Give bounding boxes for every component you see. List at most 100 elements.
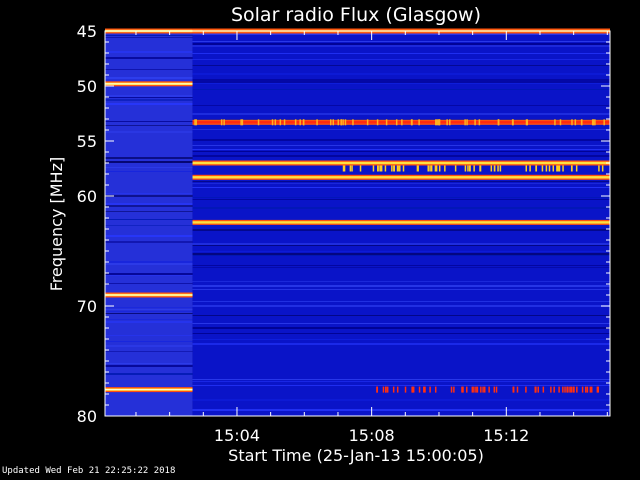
burst-spike	[572, 386, 575, 393]
burst-spike	[462, 386, 464, 393]
y-axis-label: Frequency [MHz]	[47, 157, 66, 291]
noise-streak	[105, 241, 193, 243]
noise-streak	[192, 327, 611, 329]
noise-streak	[192, 151, 611, 152]
burst-spike	[484, 386, 486, 393]
burst-spike	[488, 386, 490, 393]
noise-streak	[105, 161, 193, 163]
noise-streak	[192, 45, 611, 47]
burst-spike	[493, 165, 496, 172]
noise-streak	[192, 251, 611, 252]
noise-streak	[192, 339, 611, 340]
burst-spike	[590, 386, 593, 393]
burst-spike	[359, 165, 362, 172]
burst-spike	[558, 386, 560, 393]
burst-spike	[541, 165, 544, 172]
burst-spike	[395, 119, 398, 126]
noise-streak	[105, 219, 193, 220]
burst-spike	[581, 386, 584, 393]
noise-streak	[105, 273, 193, 275]
burst-spike	[437, 119, 440, 126]
noise-streak	[105, 211, 193, 212]
noise-streak	[105, 321, 193, 323]
burst-spike	[450, 386, 453, 393]
noise-streak	[105, 335, 193, 336]
y-tick-label: 55	[77, 132, 97, 151]
burst-spike	[396, 386, 399, 393]
burst-spike	[393, 165, 395, 172]
x-tick-label: 15:04	[214, 426, 260, 445]
burst-spike	[512, 386, 515, 393]
noise-streak	[105, 157, 193, 159]
burst-spike	[274, 119, 277, 126]
burst-spike	[257, 119, 260, 126]
burst-spike	[574, 119, 577, 126]
burst-spike	[464, 119, 466, 126]
burst-spike	[279, 119, 282, 126]
noise-streak	[105, 51, 193, 53]
noise-streak	[105, 311, 193, 312]
burst-spike	[294, 119, 297, 126]
noise-streak	[192, 333, 611, 334]
burst-spike	[382, 386, 385, 393]
burst-spike	[535, 165, 538, 172]
burst-spike	[480, 386, 482, 393]
noise-streak	[192, 265, 611, 266]
noise-streak	[105, 235, 193, 237]
noise-streak	[192, 183, 611, 184]
noise-streak	[192, 305, 611, 307]
burst-spike	[476, 386, 479, 393]
noise-streak	[105, 307, 193, 308]
noise-streak	[105, 341, 193, 342]
noise-streak	[192, 105, 611, 106]
noise-streak	[192, 301, 611, 302]
noise-streak	[192, 323, 611, 324]
burst-spike	[438, 165, 441, 172]
burst-spike	[349, 165, 352, 172]
emission-band	[192, 221, 611, 224]
noise-streak	[105, 225, 193, 226]
noise-streak	[192, 139, 611, 141]
burst-spike	[525, 165, 528, 172]
burst-spike	[562, 165, 564, 172]
burst-spike	[376, 386, 378, 393]
noise-streak	[105, 35, 193, 36]
burst-spike	[283, 119, 286, 126]
burst-spike	[571, 119, 573, 126]
burst-spike	[511, 119, 514, 126]
noise-streak	[192, 385, 611, 386]
y-tick-label: 60	[77, 187, 97, 206]
burst-spike	[453, 386, 455, 393]
burst-spike	[469, 165, 471, 172]
burst-spike	[564, 386, 566, 393]
burst-spike	[526, 119, 529, 126]
burst-spike	[594, 119, 596, 126]
burst-spike	[418, 386, 421, 393]
emission-band	[192, 176, 611, 179]
noise-streak	[192, 129, 611, 130]
y-tick-label: 70	[77, 297, 97, 316]
burst-spike	[559, 119, 562, 126]
burst-spike	[223, 119, 225, 126]
noise-streak	[105, 121, 193, 122]
noise-streak	[192, 89, 611, 90]
noise-streak	[192, 41, 611, 42]
noise-streak	[192, 281, 611, 282]
x-axis-label: Start Time (25-Jan-13 15:00:05)	[228, 446, 484, 465]
noise-streak	[105, 57, 193, 59]
burst-spike	[586, 386, 589, 393]
noise-streak	[105, 345, 193, 347]
burst-spike	[575, 165, 578, 172]
noise-streak	[192, 229, 611, 231]
noise-streak	[192, 83, 611, 84]
burst-spike	[436, 119, 438, 126]
noise-streak	[192, 149, 611, 150]
noise-streak	[192, 289, 611, 290]
noise-streak	[192, 379, 611, 380]
burst-spike	[584, 386, 587, 393]
burst-spike	[434, 165, 437, 172]
burst-spike	[473, 165, 475, 172]
noise-streak	[105, 275, 193, 276]
burst-spike	[550, 386, 552, 393]
noise-streak	[192, 199, 611, 200]
